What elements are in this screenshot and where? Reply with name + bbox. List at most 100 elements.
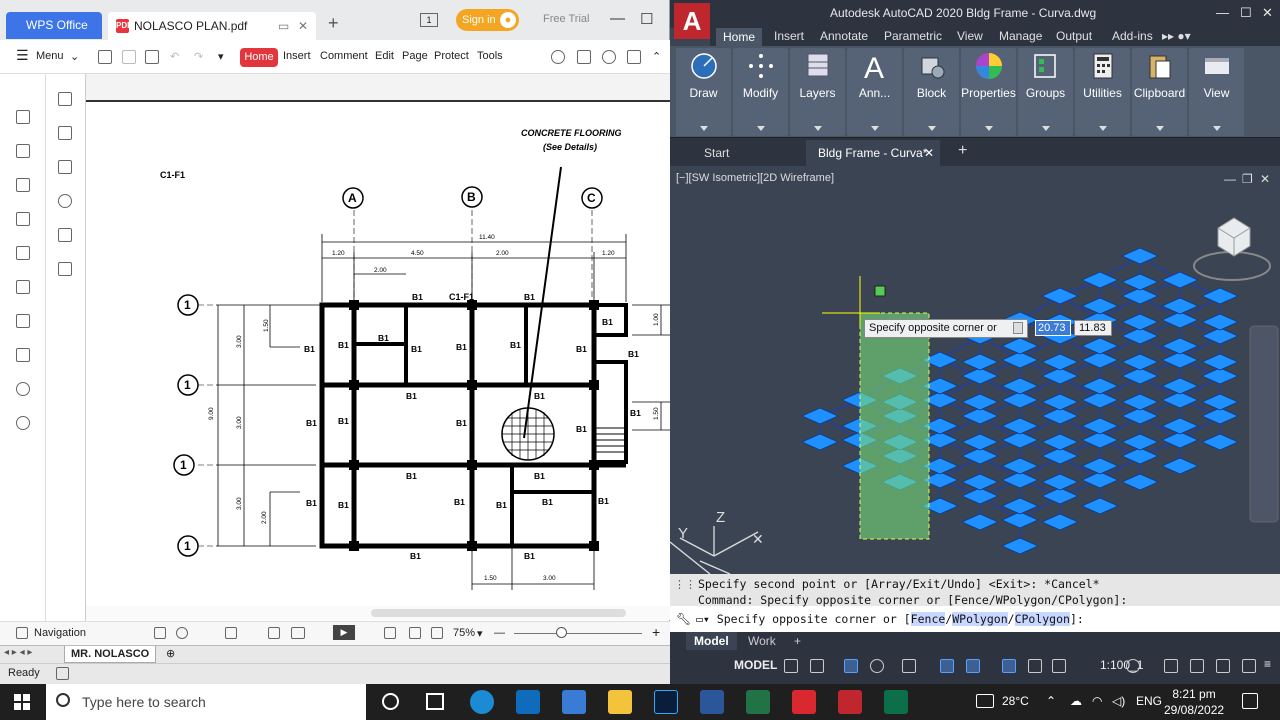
maximize-icon[interactable]: ☐ [1240, 5, 1252, 21]
menu-tab-insert[interactable]: Insert [283, 50, 311, 62]
command-line[interactable]: ⋮⋮ Specify second point or [Array/Exit/U… [670, 574, 1280, 632]
panel-expand-icon[interactable] [814, 126, 822, 131]
panel-expand-icon[interactable] [1042, 126, 1050, 131]
command-input[interactable]: ▭▾ Specify opposite corner or [Fence/WPo… [696, 612, 1084, 626]
ribbon-panel-groups[interactable]: Groups [1018, 48, 1073, 136]
extract-icon[interactable] [16, 246, 30, 260]
close-icon[interactable]: ✕ [1262, 5, 1273, 21]
ribbon-tab-home[interactable]: Home [716, 28, 763, 46]
wps-app-icon[interactable] [792, 690, 816, 714]
zoom-in-icon[interactable]: + [652, 624, 660, 640]
tab-count-icon[interactable]: 1 [420, 13, 438, 27]
edge-browser-icon[interactable] [470, 690, 494, 714]
help-icon[interactable] [16, 416, 30, 430]
zoom-slider-track[interactable] [514, 633, 642, 634]
zoom-slider-handle[interactable] [556, 627, 567, 638]
stamp-icon[interactable] [58, 228, 72, 242]
isodraft-icon[interactable] [902, 659, 916, 673]
menu-button[interactable]: Menu [36, 50, 64, 62]
viewport-controls-label[interactable]: [−][SW Isometric][2D Wireframe] [676, 172, 834, 184]
ribbon-tab-insert[interactable]: Insert [774, 29, 804, 43]
clean-screen-icon[interactable] [1242, 659, 1256, 673]
screen-recorder-icon[interactable] [884, 690, 908, 714]
object-snap-icon[interactable] [966, 659, 980, 673]
ribbon-panel-clipboard[interactable]: Clipboard [1132, 48, 1187, 136]
undo-icon[interactable]: ↶ [170, 50, 179, 63]
polar-icon[interactable] [870, 659, 884, 673]
weather-icon[interactable] [976, 694, 994, 708]
customize-wrench-icon[interactable]: 🔧︎ [676, 612, 691, 626]
more-chevron-icon[interactable]: ▾ [218, 50, 224, 63]
word-icon[interactable] [700, 690, 724, 714]
redo-icon[interactable]: ↷ [194, 50, 203, 63]
hardware-acceleration-icon[interactable] [1216, 659, 1230, 673]
mail-icon[interactable] [516, 690, 540, 714]
print-side-icon[interactable] [16, 348, 30, 362]
calculator-app-icon[interactable] [562, 690, 586, 714]
share-people-icon[interactable] [551, 50, 565, 64]
ribbon-tab-parametric[interactable]: Parametric [884, 29, 942, 43]
open-folder-icon[interactable] [98, 50, 112, 64]
excel-icon[interactable] [746, 690, 770, 714]
customize-icon[interactable]: ≡ [1264, 657, 1271, 671]
ribbon-tab-manage[interactable]: Manage [999, 29, 1042, 43]
snap-icon[interactable] [810, 659, 824, 673]
restore-tab-icon[interactable]: ▭ [278, 12, 289, 40]
temperature[interactable]: 28°C [1002, 694, 1029, 708]
more-tabs-icon[interactable]: ▸▸ ●▾ [1162, 29, 1191, 43]
ribbon-panel-annotation[interactable]: A Ann... [847, 48, 902, 136]
panel-expand-icon[interactable] [985, 126, 993, 131]
ribbon-tab-output[interactable]: Output [1056, 29, 1092, 43]
attachment-icon[interactable] [58, 194, 72, 208]
compare-icon[interactable] [16, 314, 30, 328]
dynamic-input-y[interactable]: 11.83 [1074, 320, 1112, 336]
upload-cloud-icon[interactable] [577, 50, 591, 64]
ribbon-panel-view[interactable]: View [1189, 48, 1244, 136]
model-space-button[interactable]: MODEL [734, 658, 777, 672]
edit-icon[interactable] [16, 144, 30, 158]
play-icon[interactable]: ▶ [333, 625, 355, 640]
rotate-icon[interactable] [431, 627, 443, 639]
panel-expand-icon[interactable] [1156, 126, 1164, 131]
sheet-nav-icons[interactable]: ◂ ▸ ◂ ▸ [4, 647, 32, 658]
form-icon[interactable] [16, 212, 30, 226]
grid-icon[interactable] [784, 659, 798, 673]
comment-icon[interactable] [627, 50, 641, 64]
horizontal-scrollbar[interactable] [86, 606, 670, 620]
fullscreen-icon[interactable] [225, 627, 237, 639]
workspace-gear-icon[interactable] [1126, 659, 1140, 673]
drawing-viewport[interactable]: Z Y ✕ [−][SW Isometric][2D Wireframe] — … [670, 166, 1280, 574]
task-view-icon[interactable] [426, 693, 444, 710]
sign-icon[interactable] [16, 280, 30, 294]
annotation-icon[interactable] [58, 160, 72, 174]
menu-tab-edit[interactable]: Edit [375, 50, 394, 62]
ribbon-panel-block[interactable]: Block [904, 48, 959, 136]
two-page-icon[interactable] [291, 627, 305, 639]
language-indicator[interactable]: ENG [1136, 694, 1162, 708]
network-icon[interactable]: ☁ [1070, 694, 1082, 708]
viewport-close-icon[interactable]: ✕ [1260, 172, 1270, 186]
command-grip-icon[interactable]: ⋮⋮ [674, 578, 696, 604]
navigation-bar[interactable] [1249, 325, 1279, 523]
free-trial-link[interactable]: Free Trial [543, 13, 589, 25]
convert-icon[interactable] [16, 178, 30, 192]
option-fence[interactable]: Fence [910, 612, 946, 626]
wifi-icon[interactable]: ◠ [1092, 694, 1102, 708]
navigation-panel-icon[interactable] [16, 627, 28, 639]
ocr-icon[interactable] [58, 262, 72, 276]
sign-in-button[interactable]: Sign in ● [456, 9, 519, 31]
menu-tab-comment[interactable]: Comment [320, 50, 368, 62]
option-cpolygon[interactable]: CPolygon [1014, 612, 1070, 626]
wps-office-tab[interactable]: WPS Office [6, 12, 102, 39]
ribbon-tab-annotate[interactable]: Annotate [820, 29, 868, 43]
autocad-logo-icon[interactable]: A [674, 3, 710, 39]
crop-fit-icon[interactable] [409, 627, 421, 639]
menu-tab-page[interactable]: Page [402, 50, 428, 62]
zoom-level[interactable]: 75% [453, 627, 475, 639]
search-doc-icon[interactable] [16, 382, 30, 396]
menu-tab-protect[interactable]: Protect [434, 50, 469, 62]
print-icon[interactable] [145, 50, 159, 64]
minimize-icon[interactable]: — [1216, 5, 1229, 20]
ribbon-panel-utilities[interactable]: Utilities [1075, 48, 1130, 136]
viewport-restore-icon[interactable]: ❐ [1242, 172, 1253, 186]
